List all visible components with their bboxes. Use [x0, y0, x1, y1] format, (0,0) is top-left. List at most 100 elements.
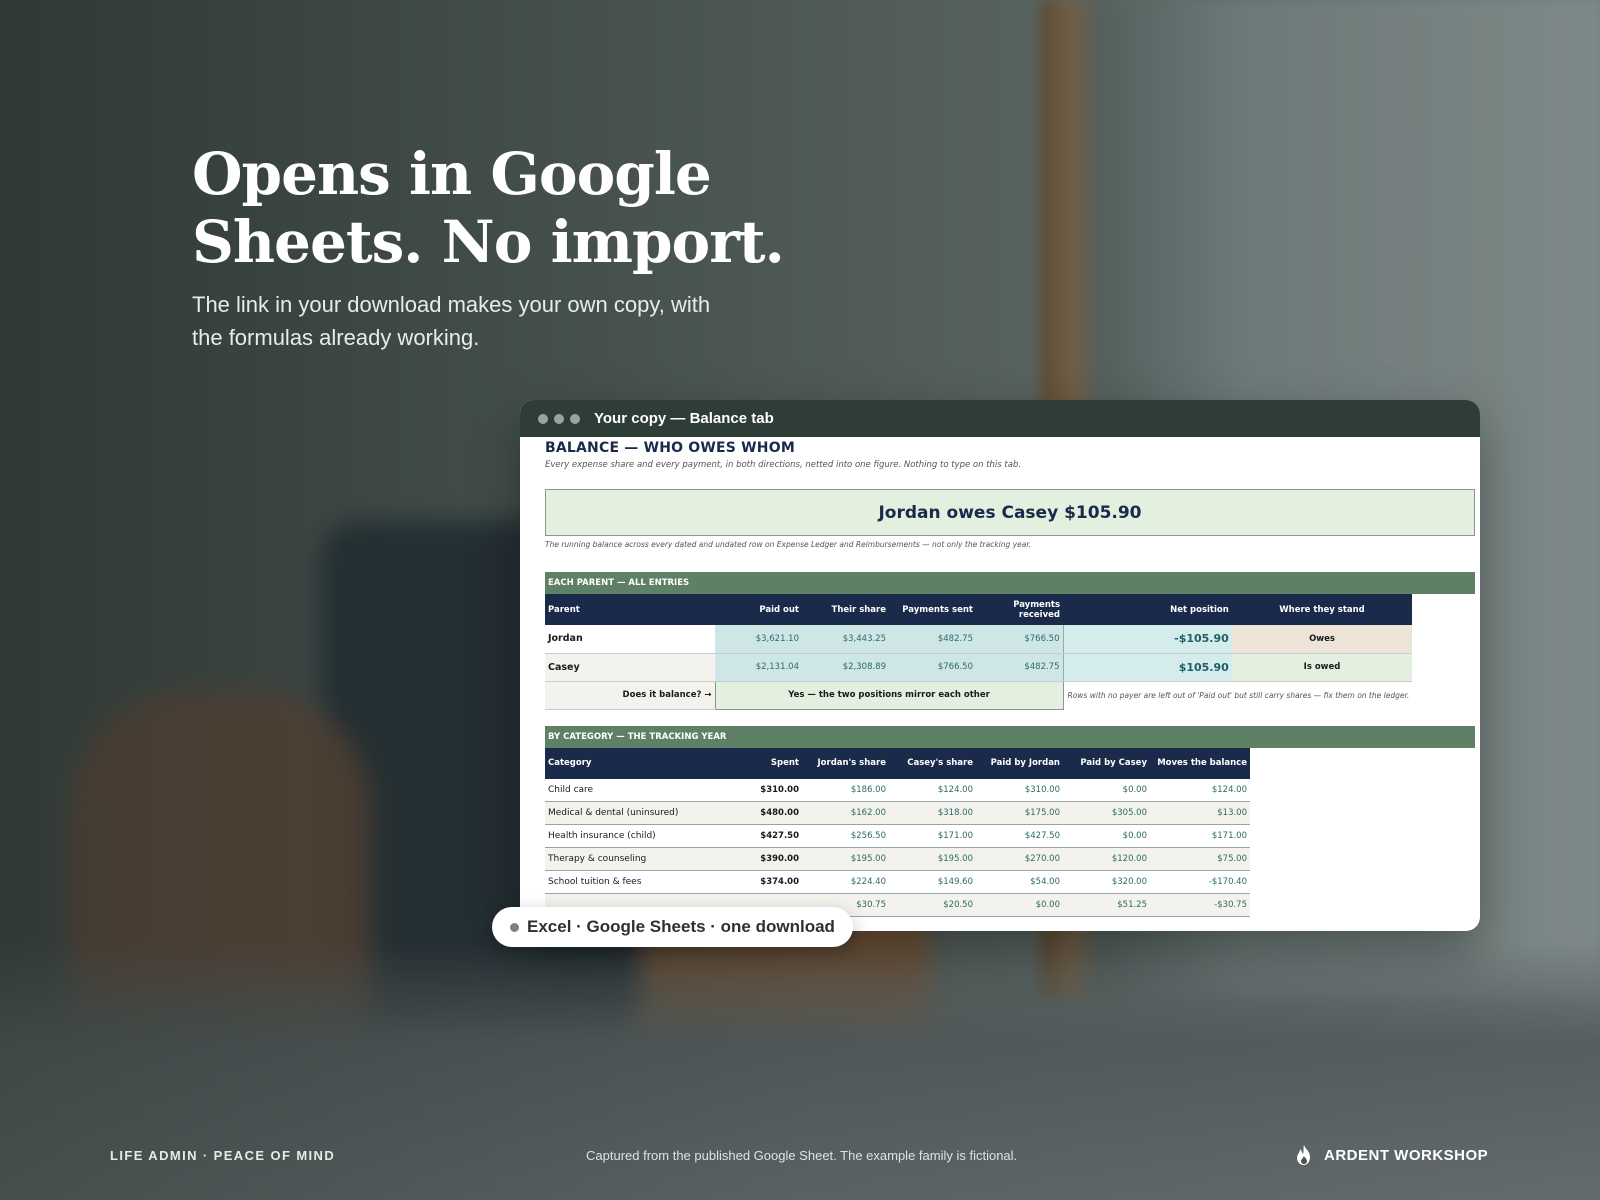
cell-jordan-share[interactable]: $162.00 — [802, 801, 889, 825]
cell-share[interactable]: $2,308.89 — [802, 653, 889, 682]
window-dot-icon — [570, 413, 580, 424]
category-name[interactable]: School tuition & fees — [545, 870, 715, 894]
category-name[interactable]: Child care — [545, 778, 715, 802]
column-header: Payments sent — [889, 594, 976, 625]
table-row: Medical & dental (uninsured) $480.00 $162.… — [545, 801, 1250, 825]
format-badge: Excel · Google Sheets · one download — [492, 907, 853, 947]
cell-paid-jordan[interactable]: $310.00 — [976, 778, 1063, 802]
cell-paid-casey[interactable]: $0.00 — [1063, 778, 1150, 802]
cell-paid-jordan[interactable]: $427.50 — [976, 824, 1063, 848]
cell-paid-jordan[interactable]: $0.00 — [976, 893, 1063, 917]
balance-check-value[interactable]: Yes — the two positions mirror each othe… — [714, 680, 1064, 710]
column-header: Paid by Jordan — [976, 747, 1063, 779]
table-row-balance-check: Does it balance? → Yes — the two positio… — [545, 680, 1412, 710]
table-row: Jordan $3,621.10 $3,443.25 $482.75 $766.… — [545, 625, 1413, 654]
column-header: Category — [545, 747, 715, 779]
section-header-categories: BY CATEGORY — THE TRACKING YEAR — [545, 725, 1475, 748]
cell-spent[interactable]: $310.00 — [715, 778, 802, 802]
cell-jordan-share[interactable]: $195.00 — [802, 847, 889, 871]
column-header: Where they stand — [1231, 594, 1413, 625]
category-table-header: Category Spent Jordan's share Casey's sh… — [545, 747, 1250, 779]
section-header-parents: EACH PARENT — ALL ENTRIES — [545, 572, 1475, 594]
table-row: School tuition & fees $374.00 $224.40 $149.… — [545, 870, 1250, 894]
footer-caption: Captured from the published Google Sheet… — [586, 1148, 1018, 1163]
cell-casey-share[interactable]: $124.00 — [889, 778, 976, 802]
cell-net[interactable]: -$105.90 — [1062, 625, 1232, 654]
cell-paid-casey[interactable]: $51.25 — [1063, 893, 1150, 917]
window-titlebar: Your copy — Balance tab — [520, 400, 1480, 437]
parent-table: Parent Paid out Their share Payments sen… — [545, 594, 1413, 710]
cell-jordan-share[interactable]: $186.00 — [802, 778, 889, 802]
column-header: Moves the balance — [1150, 747, 1250, 779]
column-header: Jordan's share — [802, 747, 889, 779]
cell-spent[interactable]: $390.00 — [715, 847, 802, 871]
cell-casey-share[interactable]: $318.00 — [889, 801, 976, 825]
cell-received[interactable]: $766.50 — [976, 625, 1063, 654]
cell-paid-jordan[interactable]: $175.00 — [976, 801, 1063, 825]
cell-received[interactable]: $482.75 — [976, 653, 1063, 682]
cell-moves-balance[interactable]: $124.00 — [1150, 778, 1250, 802]
cell-jordan-share[interactable]: $256.50 — [802, 824, 889, 848]
table-row: Therapy & counseling $390.00 $195.00 $195.0… — [545, 847, 1250, 871]
parent-table-header: Parent Paid out Their share Payments sen… — [545, 594, 1413, 625]
cell-paid-jordan[interactable]: $270.00 — [976, 847, 1063, 871]
table-row: Casey $2,131.04 $2,308.89 $766.50 $482.7… — [545, 653, 1413, 682]
cell-casey-share[interactable]: $149.60 — [889, 870, 976, 894]
cell-spent[interactable]: $480.00 — [715, 801, 802, 825]
column-header: Payments received — [976, 594, 1063, 625]
window-dot-icon — [538, 413, 548, 424]
parent-name[interactable]: Jordan — [545, 625, 715, 654]
cell-moves-balance[interactable]: -$170.40 — [1150, 870, 1250, 894]
cell-casey-share[interactable]: $195.00 — [889, 847, 976, 871]
cell-paid-jordan[interactable]: $54.00 — [976, 870, 1063, 894]
column-header: Their share — [802, 594, 889, 625]
headline: Opens in Google Sheets. No import. — [192, 140, 785, 276]
window-title: Your copy — Balance tab — [594, 410, 774, 427]
brand-logo: ARDENT WORKSHOP — [1294, 1144, 1488, 1166]
cell-sent[interactable]: $482.75 — [889, 625, 976, 654]
brand-name: ARDENT WORKSHOP — [1324, 1146, 1489, 1164]
subheadline: The link in your download makes your own… — [192, 292, 711, 350]
cell-paid-out[interactable]: $3,621.10 — [715, 625, 802, 654]
cell-stand[interactable]: Is owed — [1231, 653, 1413, 682]
cell-paid-casey[interactable]: $320.00 — [1063, 870, 1150, 894]
cell-casey-share[interactable]: $20.50 — [889, 893, 976, 917]
column-header: Spent — [715, 747, 802, 779]
cell-moves-balance[interactable]: $75.00 — [1150, 847, 1250, 871]
column-header: Paid out — [715, 594, 802, 625]
table-row: Health insurance (child) $427.50 $256.50 $1… — [545, 824, 1250, 848]
cell-casey-share[interactable]: $171.00 — [889, 824, 976, 848]
cell-spent[interactable]: $427.50 — [715, 824, 802, 848]
cell-stand[interactable]: Owes — [1231, 625, 1413, 654]
column-header: Net position — [1063, 594, 1232, 625]
column-header: Paid by Casey — [1063, 747, 1150, 779]
flame-icon — [1297, 1145, 1310, 1165]
cell-jordan-share[interactable]: $224.40 — [802, 870, 889, 894]
cell-paid-casey[interactable]: $120.00 — [1063, 847, 1150, 871]
cell-net[interactable]: $105.90 — [1062, 653, 1232, 682]
sheet-subtitle: Every expense share and every payment, i… — [545, 460, 1022, 470]
window-dot-icon — [554, 413, 564, 424]
parent-name[interactable]: Casey — [545, 653, 715, 682]
cell-paid-out[interactable]: $2,131.04 — [715, 653, 802, 682]
cell-spent[interactable]: $374.00 — [715, 870, 802, 894]
cell-paid-casey[interactable]: $305.00 — [1063, 801, 1150, 825]
cell-sent[interactable]: $766.50 — [889, 653, 976, 682]
sheet-content: BALANCE — WHO OWES WHOM Every expense sh… — [520, 440, 1480, 917]
cell-moves-balance[interactable]: $171.00 — [1150, 824, 1250, 848]
cell-share[interactable]: $3,443.25 — [802, 625, 889, 654]
category-name[interactable]: Medical & dental (uninsured) — [545, 801, 715, 825]
cell-moves-balance[interactable]: -$30.75 — [1150, 893, 1250, 917]
sheet-title: BALANCE — WHO OWES WHOM — [545, 440, 795, 456]
category-name[interactable]: Therapy & counseling — [545, 847, 715, 871]
bullet-icon — [510, 922, 519, 932]
balance-verdict: Jordan owes Casey $105.90 — [545, 489, 1475, 536]
cell-paid-casey[interactable]: $0.00 — [1063, 824, 1150, 848]
column-header: Casey's share — [889, 747, 976, 779]
column-header: Parent — [545, 594, 715, 625]
balance-check-note[interactable]: Rows with no payer are left out of 'Paid… — [1063, 681, 1412, 709]
category-table: Category Spent Jordan's share Casey's sh… — [545, 747, 1250, 917]
cell-moves-balance[interactable]: $13.00 — [1150, 801, 1250, 825]
category-name[interactable]: Health insurance (child) — [545, 824, 715, 848]
balance-check-label[interactable]: Does it balance? → — [545, 681, 715, 710]
